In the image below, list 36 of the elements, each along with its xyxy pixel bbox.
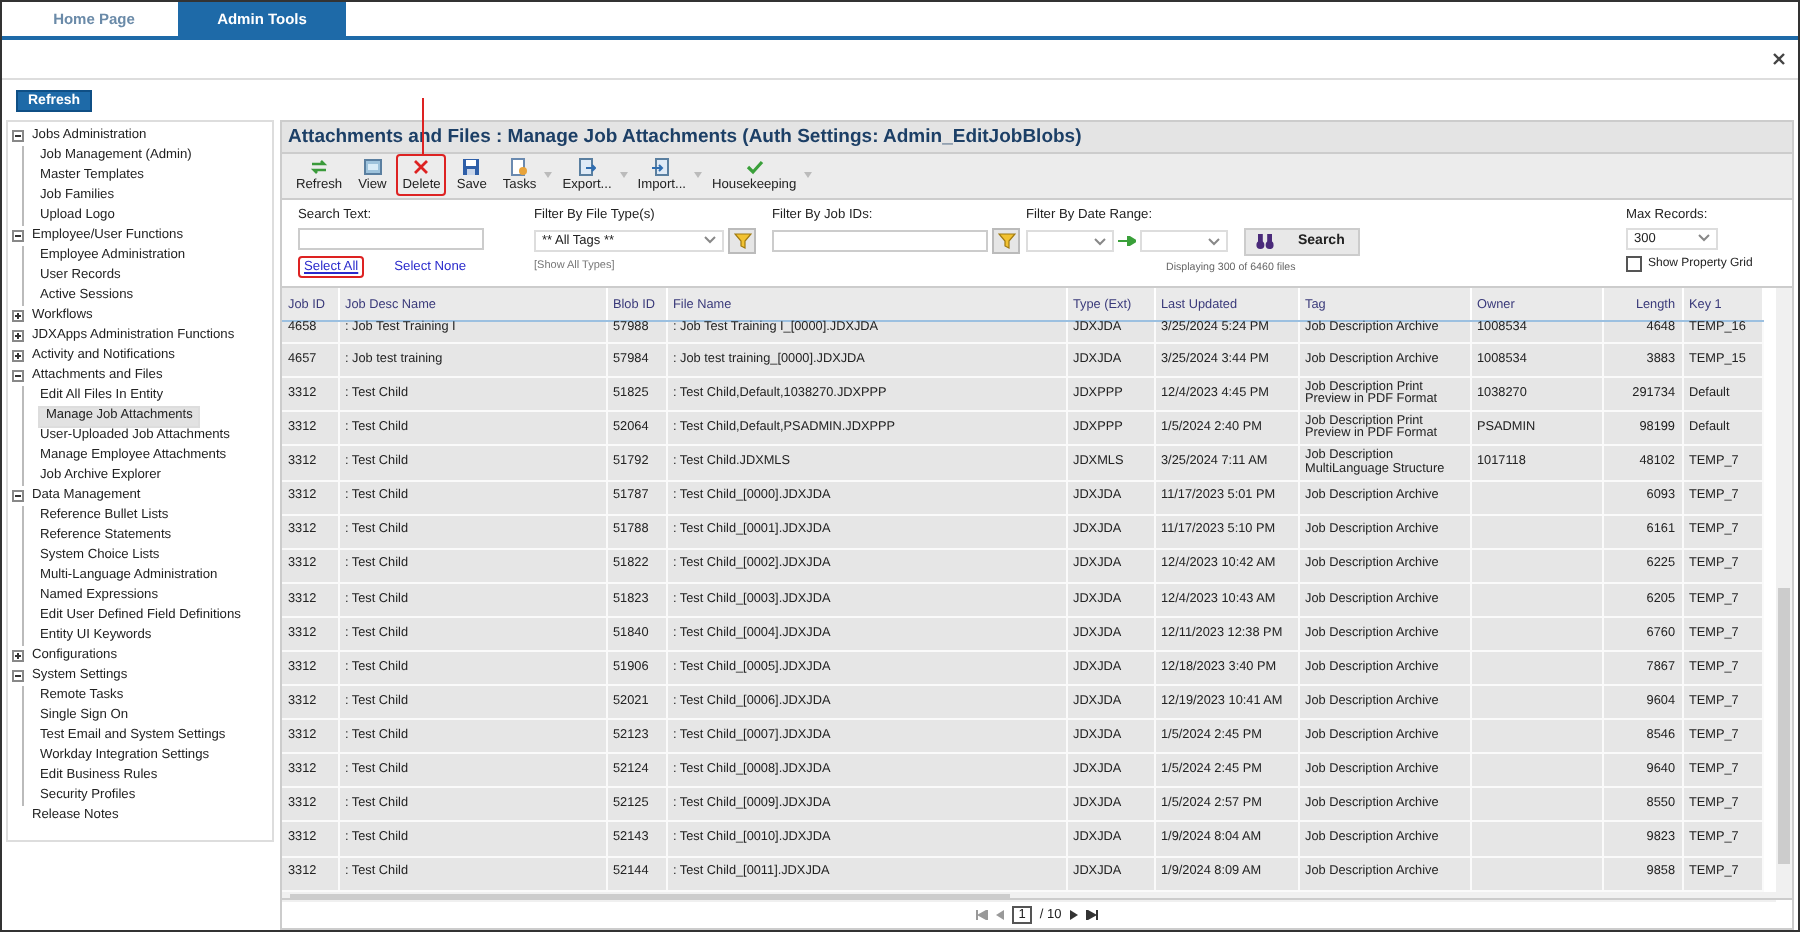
job-ids-field[interactable] xyxy=(772,229,988,252)
chevron-down-icon xyxy=(1698,234,1710,243)
filter-button[interactable] xyxy=(992,227,1020,254)
collapse-icon[interactable] xyxy=(12,370,24,382)
start-date-dropdown[interactable] xyxy=(1026,230,1114,253)
last-page-icon[interactable] xyxy=(1085,909,1098,920)
export-icon xyxy=(578,158,597,177)
arrow-right-icon xyxy=(1118,236,1136,247)
expand-icon[interactable] xyxy=(12,350,24,362)
collapse-icon[interactable] xyxy=(12,230,24,242)
view-icon xyxy=(363,158,382,177)
collapse-icon[interactable] xyxy=(12,130,24,142)
horizontal-scrollbar[interactable] xyxy=(282,891,1776,902)
checkbox[interactable] xyxy=(1626,255,1642,272)
next-page-icon[interactable] xyxy=(1069,909,1078,920)
collapse-icon[interactable] xyxy=(12,490,24,502)
previous-page-icon[interactable] xyxy=(996,909,1005,920)
expand-icon[interactable] xyxy=(12,650,24,662)
checkmark-icon xyxy=(745,158,764,177)
collapse-icon[interactable] xyxy=(12,670,24,682)
search-field[interactable] xyxy=(298,227,484,250)
first-page-icon[interactable] xyxy=(976,909,989,920)
delete-icon xyxy=(412,158,431,177)
filter-button[interactable] xyxy=(728,227,756,254)
expand-icon[interactable] xyxy=(12,310,24,322)
vertical-scrollbar[interactable] xyxy=(1776,288,1792,899)
document-icon xyxy=(510,158,529,177)
close-icon[interactable] xyxy=(1772,52,1786,66)
expand-icon[interactable] xyxy=(12,330,24,342)
chevron-down-icon xyxy=(704,236,716,245)
refresh-icon xyxy=(310,158,329,177)
import-icon xyxy=(652,158,671,177)
chevron-down-icon xyxy=(1208,237,1220,246)
save-icon xyxy=(462,158,481,177)
chevron-down-icon xyxy=(1094,237,1106,246)
binoculars-icon xyxy=(1256,233,1274,250)
